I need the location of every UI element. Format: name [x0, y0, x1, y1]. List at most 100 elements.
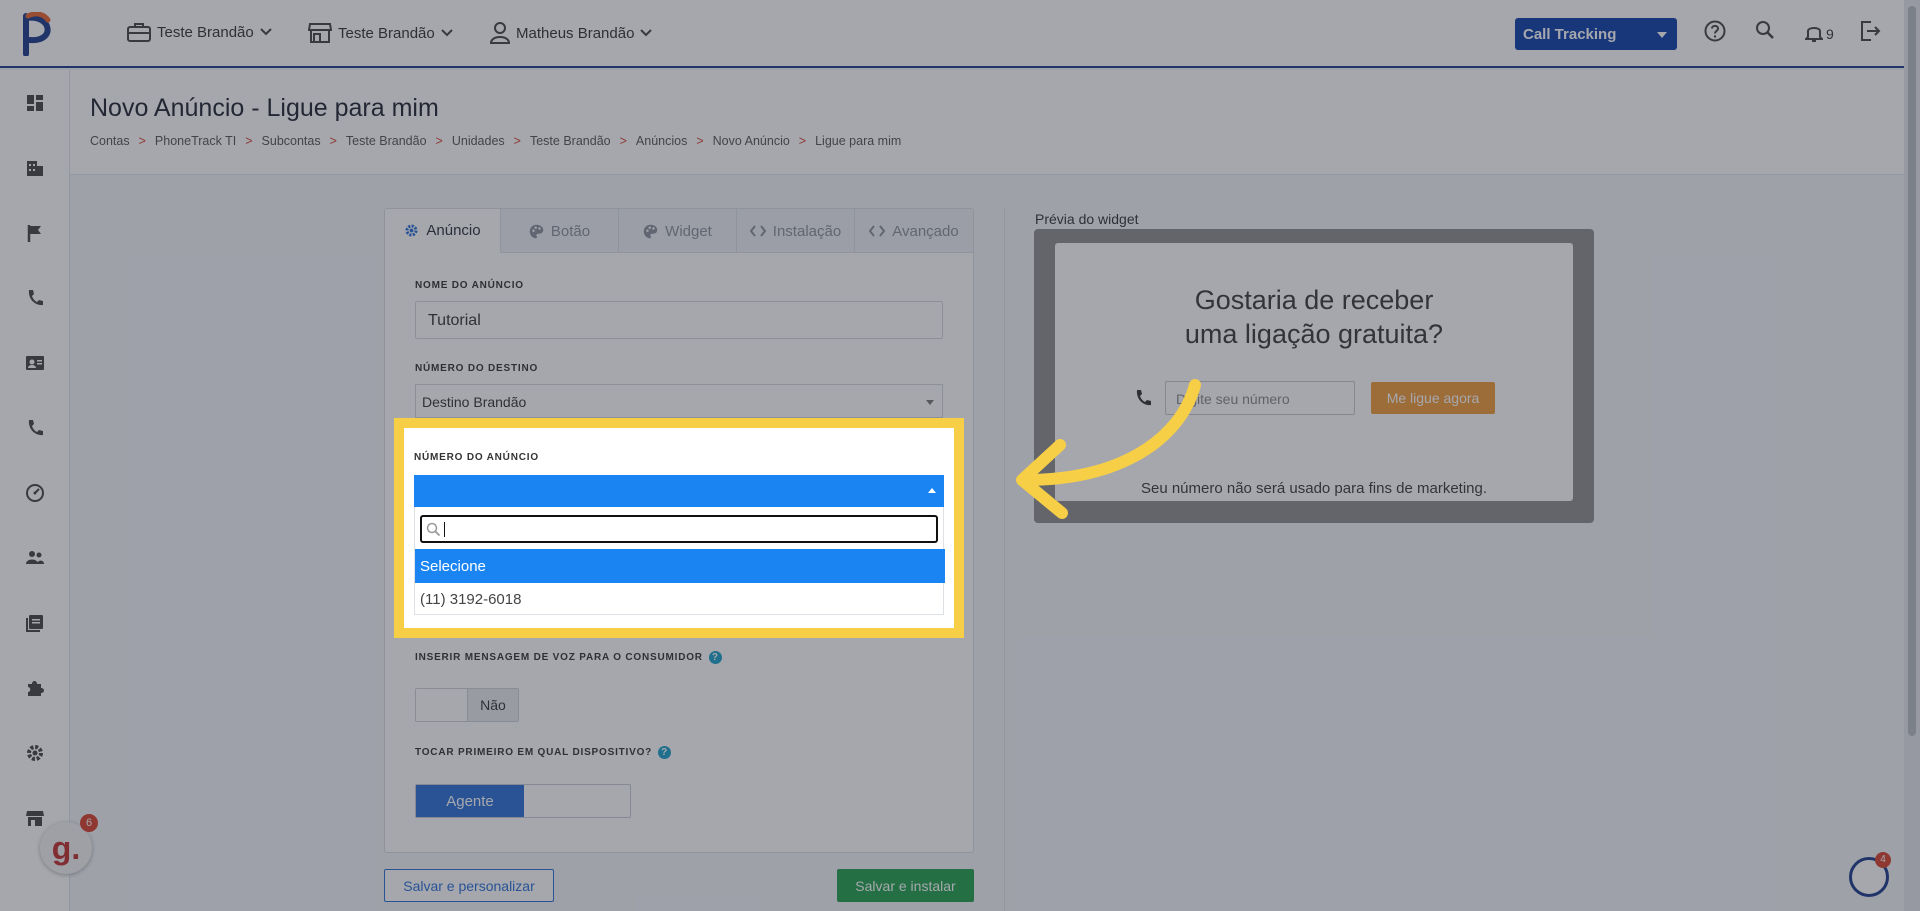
product-select[interactable]: Call Tracking — [1515, 18, 1677, 50]
breadcrumb-separator: > — [619, 134, 627, 148]
breadcrumb-item-current: Ligue para mim — [815, 134, 902, 148]
device-label-text: TOCAR PRIMEIRO EM QUAL DISPOSITIVO? — [415, 747, 653, 759]
breadcrumb-separator: > — [245, 134, 253, 148]
user-menu-label: Matheus Brandão — [516, 24, 635, 42]
tab-avancado[interactable]: Avançado — [855, 209, 973, 253]
tab-label: Anúncio — [426, 222, 481, 239]
tab-label: Instalação — [772, 222, 842, 240]
page-scrollbar[interactable] — [1904, 0, 1920, 911]
chevron-down-icon — [640, 29, 653, 37]
text-cursor — [444, 522, 445, 537]
store-menu[interactable]: Teste Brandão — [308, 22, 453, 44]
ad-number-dropdown: Selecione (11) 3192-6018 — [414, 507, 945, 615]
ad-name-label: NOME DO ANÚNCIO — [415, 280, 524, 291]
device-toggle[interactable]: Agente — [415, 784, 631, 818]
user-icon — [490, 22, 510, 44]
search-icon[interactable] — [1755, 20, 1775, 40]
toggle-state-label: Não — [468, 689, 518, 721]
product-select-label: Call Tracking — [1523, 26, 1617, 43]
dropdown-option-selected[interactable]: Selecione — [415, 549, 945, 583]
bell-icon[interactable] — [1805, 23, 1823, 43]
breadcrumb-item[interactable]: Teste Brandão — [530, 134, 611, 148]
logout-icon[interactable] — [1859, 20, 1881, 42]
tab-label: Avançado — [892, 222, 959, 240]
help-circle-icon[interactable] — [1704, 20, 1726, 42]
user-menu[interactable]: Matheus Brandão — [490, 22, 653, 44]
phone-call-icon[interactable] — [25, 418, 45, 438]
device-option-agent[interactable]: Agente — [416, 785, 524, 817]
phonetrack-logo-icon[interactable] — [22, 12, 56, 56]
voice-message-toggle[interactable]: Não — [415, 688, 519, 722]
breadcrumb-separator: > — [138, 134, 146, 148]
chevron-down-icon — [441, 29, 453, 37]
briefcase-icon — [127, 23, 151, 42]
top-bar: Teste Brandão Teste Brandão Matheus Bran… — [0, 0, 1920, 68]
vertical-divider — [1004, 208, 1005, 911]
tab-label: Botão — [550, 222, 591, 240]
puzzle-icon[interactable] — [25, 678, 45, 698]
contact-card-icon[interactable] — [25, 353, 45, 373]
scrollbar-thumb[interactable] — [1908, 6, 1916, 736]
preview-title-line2: uma ligação gratuita? — [1184, 319, 1444, 349]
store-menu-label: Teste Brandão — [338, 24, 435, 42]
sidebar — [0, 70, 70, 911]
save-install-button[interactable]: Salvar e instalar — [837, 869, 974, 902]
breadcrumb-separator: > — [329, 134, 337, 148]
breadcrumb-item[interactable]: Anúncios — [636, 134, 687, 148]
preview-title-line1: Gostaria de receber — [1194, 285, 1434, 315]
destination-number-value: Destino Brandão — [422, 394, 527, 410]
account-menu[interactable]: Teste Brandão — [127, 22, 272, 42]
tutorial-arrow-icon — [1016, 379, 1201, 519]
dropdown-option[interactable]: (11) 3192-6018 — [415, 583, 945, 615]
destination-number-select[interactable]: Destino Brandão — [415, 384, 943, 418]
dropdown-search-input[interactable] — [420, 515, 938, 543]
help-icon[interactable]: ? — [708, 651, 722, 664]
widget-preview-label: Prévia do widget — [1035, 211, 1139, 227]
caret-down-icon — [1657, 32, 1667, 38]
breadcrumb-item[interactable]: Teste Brandão — [346, 134, 427, 148]
flag-icon[interactable] — [25, 223, 45, 243]
palette-icon — [529, 224, 544, 238]
help-icon[interactable]: ? — [658, 746, 672, 759]
highlighted-ad-number-field: NÚMERO DO ANÚNCIO Selecione (11) 3192-60… — [394, 418, 964, 638]
breadcrumb-item[interactable]: Contas — [90, 134, 130, 148]
chat-count-badge: 4 — [1875, 852, 1891, 868]
store-icon[interactable] — [25, 808, 45, 828]
tab-label: Widget — [665, 222, 712, 240]
search-icon — [426, 522, 441, 537]
preview-call-button[interactable]: Me ligue agora — [1371, 382, 1495, 414]
ad-name-input[interactable]: Tutorial — [415, 301, 943, 339]
tab-botao[interactable]: Botão — [501, 209, 619, 253]
breadcrumb-item[interactable]: Subcontas — [262, 134, 321, 148]
breadcrumb-item[interactable]: Novo Anúncio — [713, 134, 790, 148]
voice-message-label: INSERIR MENSAGEM DE VOZ PARA O CONSUMIDO… — [415, 651, 722, 664]
account-menu-label: Teste Brandão — [157, 23, 254, 41]
store-icon — [308, 23, 332, 43]
notification-count: 9 — [1826, 26, 1834, 42]
ad-number-select[interactable] — [414, 475, 944, 507]
users-icon[interactable] — [25, 548, 45, 568]
building-icon[interactable] — [25, 158, 45, 178]
device-label: TOCAR PRIMEIRO EM QUAL DISPOSITIVO?? — [415, 746, 672, 759]
speedometer-icon[interactable] — [25, 483, 45, 503]
voice-message-label-text: INSERIR MENSAGEM DE VOZ PARA O CONSUMIDO… — [415, 652, 703, 664]
gear-icon[interactable] — [25, 743, 45, 763]
gear-icon — [405, 224, 418, 237]
breadcrumb: Contas > PhoneTrack TI > Subcontas > Teste … — [90, 134, 901, 148]
dashboard-icon[interactable] — [25, 93, 45, 113]
tab-widget[interactable]: Widget — [619, 209, 737, 253]
destination-number-label: NÚMERO DO DESTINO — [415, 363, 539, 374]
tab-anuncio[interactable]: Anúncio — [385, 209, 501, 253]
breadcrumb-separator: > — [435, 134, 443, 148]
tab-instalacao[interactable]: Instalação — [737, 209, 855, 253]
book-icon[interactable] — [25, 613, 45, 633]
breadcrumb-item[interactable]: PhoneTrack TI — [155, 134, 236, 148]
breadcrumb-item[interactable]: Unidades — [452, 134, 505, 148]
save-customize-button[interactable]: Salvar e personalizar — [384, 869, 554, 902]
toggle-knob — [416, 689, 468, 721]
tab-bar: Anúncio Botão Widget Instalação Avançado — [385, 209, 973, 253]
phone-icon[interactable] — [25, 288, 45, 308]
caret-up-icon — [928, 488, 936, 493]
breadcrumb-separator: > — [798, 134, 807, 148]
breadcrumb-separator: > — [696, 134, 704, 148]
